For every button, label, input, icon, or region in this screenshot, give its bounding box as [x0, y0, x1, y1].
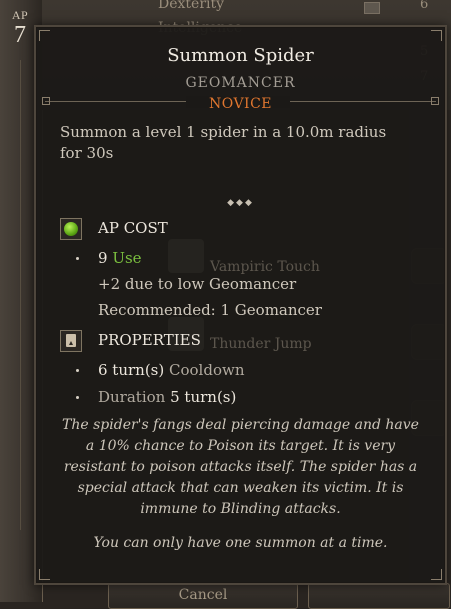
duration-label: Duration [98, 388, 166, 406]
stat-decrease-button[interactable] [364, 2, 380, 14]
book-icon [60, 330, 82, 352]
cooldown-value: 6 turn(s) [98, 361, 165, 379]
frame-corner [431, 30, 442, 41]
ap-cost-heading: AP COST [98, 219, 168, 237]
properties-heading: PROPERTIES [98, 331, 201, 349]
skill-description: Summon a level 1 spider in a 10.0m radiu… [60, 123, 387, 162]
cancel-button[interactable]: Cancel [108, 583, 298, 609]
duration-line: Duration 5 turn(s) [98, 388, 236, 406]
ap-cost-value: 9 [98, 249, 108, 267]
ornament-divider: ◆◆◆ [227, 198, 254, 208]
frame-line [20, 60, 21, 530]
stat-value-dexterity: 6 [420, 0, 429, 12]
skill-tooltip: Vampiric Touch Thunder Jump Summon Spide… [34, 25, 447, 585]
cooldown-line: 6 turn(s) Cooldown [98, 361, 244, 379]
ap-recommended: Recommended: 1 Geomancer [98, 301, 322, 319]
ap-use-label: Use [112, 249, 142, 267]
confirm-button[interactable] [308, 583, 450, 609]
cooldown-label: Cooldown [169, 361, 245, 379]
skill-rank: NOVICE [208, 96, 273, 112]
ghost-skill-icon [168, 239, 204, 273]
skill-school: GEOMANCER [185, 75, 296, 91]
bullet [76, 369, 79, 372]
ghost-skill-thunder-jump: Thunder Jump [210, 336, 312, 352]
bullet [76, 396, 79, 399]
ap-value: 7 [14, 22, 26, 48]
ghost-skill-vampiric-touch: Vampiric Touch [210, 259, 320, 275]
ap-counter: AP 7 [3, 8, 37, 47]
skill-title: Summon Spider [167, 45, 314, 66]
skill-lore: The spider's fangs deal piercing damage … [62, 417, 419, 517]
frame-corner [39, 30, 50, 41]
stat-label-dexterity: Dexterity [158, 0, 225, 12]
green-orb-icon [60, 218, 82, 240]
bullet [76, 257, 79, 260]
ap-label: AP [11, 8, 29, 22]
ap-penalty: +2 due to low Geomancer [98, 275, 297, 293]
frame-corner [39, 569, 50, 580]
summon-note: You can only have one summon at a time. [93, 535, 388, 551]
ap-cost-line: 9 Use [98, 249, 142, 267]
frame-corner [431, 569, 442, 580]
duration-value: 5 turn(s) [170, 388, 237, 406]
